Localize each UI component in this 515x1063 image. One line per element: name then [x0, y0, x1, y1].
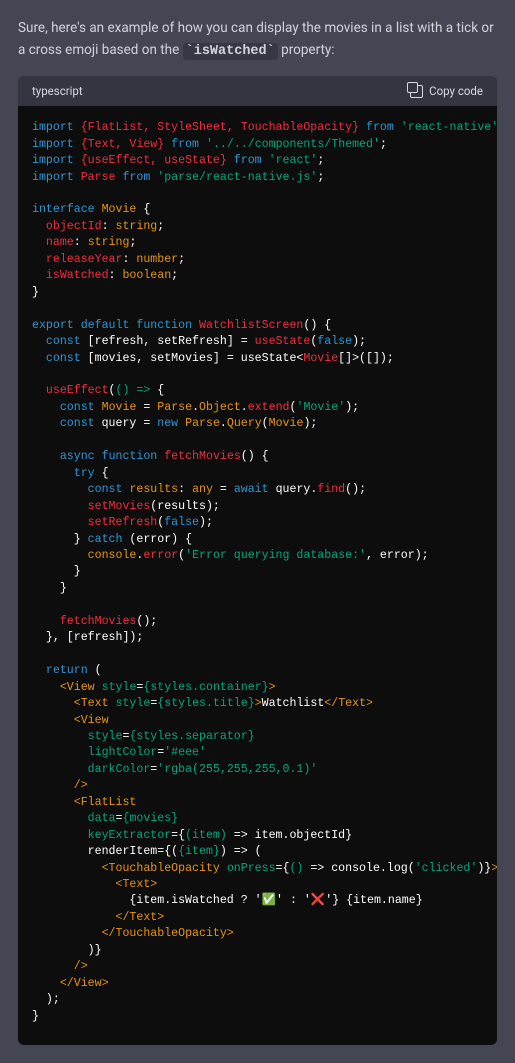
language-label: typescript [32, 84, 83, 98]
code-content[interactable]: import {FlatList, StyleSheet, TouchableO… [18, 106, 497, 1045]
intro-suffix: property: [281, 42, 334, 58]
code-header: typescript Copy code [18, 76, 497, 106]
clipboard-icon [410, 85, 423, 98]
copy-code-button[interactable]: Copy code [410, 84, 483, 98]
copy-label: Copy code [429, 84, 483, 98]
code-block: typescript Copy code import {FlatList, S… [18, 76, 497, 1045]
inline-code: `isWatched` [183, 43, 278, 60]
assistant-text: Sure, here's an example of how you can d… [18, 18, 497, 62]
